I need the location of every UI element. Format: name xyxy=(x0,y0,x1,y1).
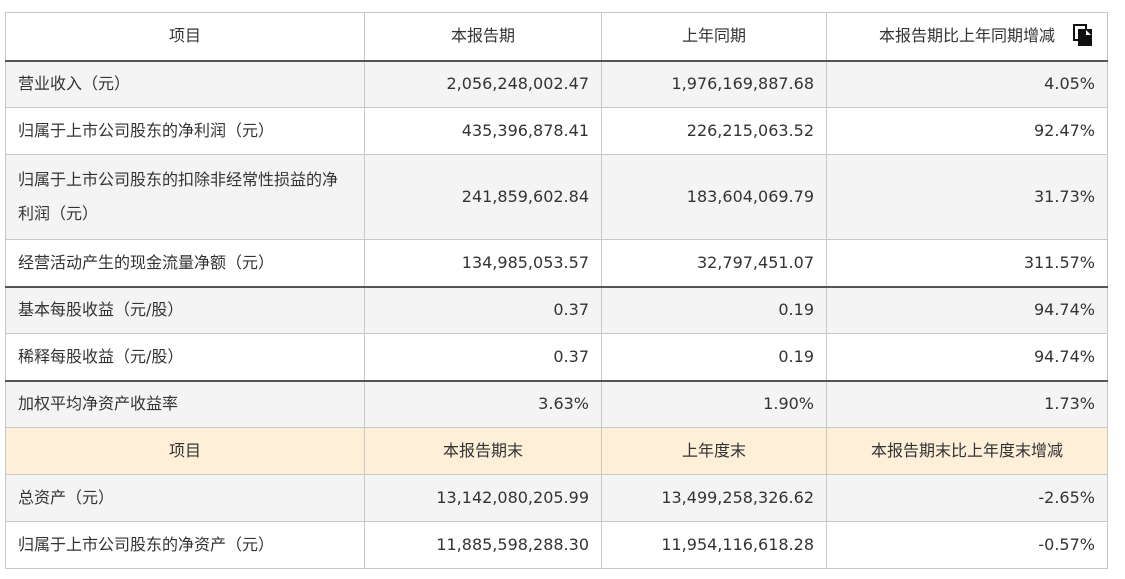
row-label: 归属于上市公司股东的净资产（元） xyxy=(5,521,365,569)
row-label: 基本每股收益（元/股） xyxy=(5,285,365,334)
table-subheader-row: 项目 本报告期末 上年度末 本报告期末比上年度末增减 xyxy=(5,427,1108,475)
row-current: 134,985,053.57 xyxy=(364,239,602,287)
table-row: 稀释每股收益（元/股） 0.37 0.19 94.74% xyxy=(5,333,1108,381)
header-change-label: 本报告期比上年同期增减 xyxy=(878,26,1055,46)
header-change: 本报告期比上年同期增减 xyxy=(826,12,1108,62)
row-label: 稀释每股收益（元/股） xyxy=(5,333,365,381)
table-row: 归属于上市公司股东的扣除非经常性损益的净利润（元） 241,859,602.84… xyxy=(5,154,1108,240)
row-current: 435,396,878.41 xyxy=(364,107,602,155)
table-row: 总资产（元） 13,142,080,205.99 13,499,258,326.… xyxy=(5,474,1108,522)
table-row: 加权平均净资产收益率 3.63% 1.90% 1.73% xyxy=(5,379,1108,428)
table-header-row: 项目 本报告期 上年同期 本报告期比上年同期增减 xyxy=(5,12,1108,62)
row-prior: 1.90% xyxy=(601,379,827,428)
row-change: 4.05% xyxy=(826,60,1108,108)
row-current: 241,859,602.84 xyxy=(364,154,602,240)
table-row: 营业收入（元） 2,056,248,002.47 1,976,169,887.6… xyxy=(5,60,1108,108)
subheader-change: 本报告期末比上年度末增减 xyxy=(826,427,1108,475)
row-label: 归属于上市公司股东的扣除非经常性损益的净利润（元） xyxy=(5,154,365,240)
row-current: 0.37 xyxy=(364,333,602,381)
row-change: -2.65% xyxy=(826,474,1108,522)
table-row: 基本每股收益（元/股） 0.37 0.19 94.74% xyxy=(5,285,1108,334)
row-current: 0.37 xyxy=(364,285,602,334)
row-label: 归属于上市公司股东的净利润（元） xyxy=(5,107,365,155)
row-label: 加权平均净资产收益率 xyxy=(5,379,365,428)
financial-summary-table-container: 项目 本报告期 上年同期 本报告期比上年同期增减 营业收入（元） 2,056,2… xyxy=(5,12,1108,569)
row-prior: 13,499,258,326.62 xyxy=(601,474,827,522)
subheader-prior-year-end: 上年度末 xyxy=(601,427,827,475)
row-change: 1.73% xyxy=(826,379,1108,428)
row-change: 31.73% xyxy=(826,154,1108,240)
row-label: 经营活动产生的现金流量净额（元） xyxy=(5,239,365,287)
table-row: 归属于上市公司股东的净利润（元） 435,396,878.41 226,215,… xyxy=(5,107,1108,155)
row-change: -0.57% xyxy=(826,521,1108,569)
table-row: 归属于上市公司股东的净资产（元） 11,885,598,288.30 11,95… xyxy=(5,521,1108,569)
row-prior: 11,954,116,618.28 xyxy=(601,521,827,569)
row-prior: 226,215,063.52 xyxy=(601,107,827,155)
row-label: 营业收入（元） xyxy=(5,60,365,108)
row-prior: 32,797,451.07 xyxy=(601,239,827,287)
row-label: 总资产（元） xyxy=(5,474,365,522)
row-prior: 183,604,069.79 xyxy=(601,154,827,240)
row-prior: 1,976,169,887.68 xyxy=(601,60,827,108)
header-current-period: 本报告期 xyxy=(364,12,602,62)
header-item: 项目 xyxy=(5,12,365,62)
row-prior: 0.19 xyxy=(601,333,827,381)
row-change: 94.74% xyxy=(826,285,1108,334)
row-current: 11,885,598,288.30 xyxy=(364,521,602,569)
copy-icon[interactable] xyxy=(1071,23,1095,47)
table-row: 经营活动产生的现金流量净额（元） 134,985,053.57 32,797,4… xyxy=(5,239,1108,287)
row-change: 311.57% xyxy=(826,239,1108,287)
row-current: 2,056,248,002.47 xyxy=(364,60,602,108)
row-current: 3.63% xyxy=(364,379,602,428)
financial-summary-table: 项目 本报告期 上年同期 本报告期比上年同期增减 营业收入（元） 2,056,2… xyxy=(5,12,1108,569)
row-change: 92.47% xyxy=(826,107,1108,155)
row-current: 13,142,080,205.99 xyxy=(364,474,602,522)
row-change: 94.74% xyxy=(826,333,1108,381)
header-prior-period: 上年同期 xyxy=(601,12,827,62)
row-prior: 0.19 xyxy=(601,285,827,334)
subheader-period-end: 本报告期末 xyxy=(364,427,602,475)
subheader-item: 项目 xyxy=(5,427,365,475)
